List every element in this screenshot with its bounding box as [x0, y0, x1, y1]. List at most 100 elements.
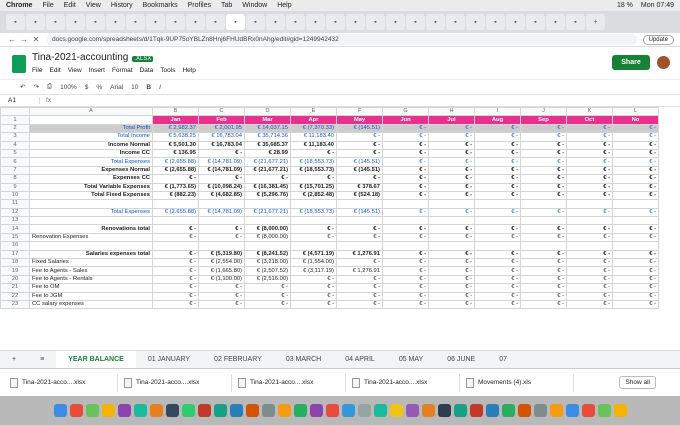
- cell[interactable]: € -: [428, 249, 475, 260]
- cell[interactable]: € -: [382, 140, 429, 150]
- cell[interactable]: € -: [382, 190, 429, 201]
- dock-app-icon[interactable]: [501, 404, 515, 417]
- cell[interactable]: € -: [520, 249, 567, 260]
- menu-view[interactable]: View: [68, 67, 82, 74]
- row-header[interactable]: 20: [0, 274, 30, 285]
- sheet-tab[interactable]: 03 MARCH: [274, 351, 333, 369]
- row-header[interactable]: 8: [0, 174, 30, 184]
- browser-tab[interactable]: ▪: [266, 14, 285, 30]
- cell[interactable]: € -: [428, 148, 475, 159]
- cell[interactable]: € (2,655.88): [152, 207, 199, 218]
- row-header[interactable]: 10: [0, 190, 30, 201]
- cell[interactable]: € -: [520, 140, 567, 150]
- cell[interactable]: € -: [474, 182, 521, 192]
- cell[interactable]: [336, 199, 383, 209]
- back-icon[interactable]: ←: [6, 35, 18, 44]
- row-label[interactable]: Income Normal: [29, 140, 153, 150]
- cell[interactable]: [198, 199, 245, 209]
- cell[interactable]: € (5,319.80): [198, 249, 245, 260]
- cell[interactable]: € -: [566, 190, 613, 201]
- column-header[interactable]: A: [29, 107, 153, 117]
- cell[interactable]: € (10,098.24): [198, 182, 245, 192]
- all-sheets-icon[interactable]: ≡: [28, 351, 56, 369]
- row-header[interactable]: 14: [0, 224, 30, 234]
- month-header[interactable]: Feb: [198, 115, 245, 125]
- cell[interactable]: € -: [152, 283, 199, 293]
- cell[interactable]: € -: [336, 291, 383, 302]
- cell[interactable]: € 1,276.91: [336, 249, 383, 260]
- column-header[interactable]: J: [520, 107, 567, 117]
- cell[interactable]: [244, 216, 291, 226]
- column-header[interactable]: C: [198, 107, 245, 117]
- row-label[interactable]: Total Variable Expenses: [29, 182, 153, 192]
- cell[interactable]: [612, 241, 659, 251]
- cell[interactable]: € -: [198, 148, 245, 159]
- cell[interactable]: € -: [428, 123, 475, 134]
- cell[interactable]: € 2,001.95: [198, 123, 245, 134]
- cell[interactable]: € -: [566, 291, 613, 302]
- cell[interactable]: € (21,677.21): [244, 207, 291, 218]
- sheet-tab[interactable]: 07: [487, 351, 519, 369]
- cell[interactable]: € 11,183.40: [290, 140, 337, 150]
- percent-button[interactable]: %: [96, 84, 102, 91]
- undo-icon[interactable]: ↶: [20, 83, 25, 91]
- dock-app-icon[interactable]: [469, 404, 483, 417]
- cell[interactable]: € -: [566, 157, 613, 167]
- cell[interactable]: € -: [152, 249, 199, 260]
- cell[interactable]: [474, 216, 521, 226]
- menu-view[interactable]: View: [86, 2, 101, 9]
- cell[interactable]: € (7,370.33): [290, 123, 337, 134]
- browser-tab[interactable]: ▪: [106, 14, 125, 30]
- cell[interactable]: € -: [428, 182, 475, 192]
- cell[interactable]: € -: [474, 258, 521, 268]
- cell[interactable]: € -: [382, 157, 429, 167]
- column-header[interactable]: G: [382, 107, 429, 117]
- cell[interactable]: € -: [428, 165, 475, 176]
- cell[interactable]: € -: [428, 224, 475, 234]
- sheet-tab[interactable]: 04 APRIL: [333, 351, 387, 369]
- dock-app-icon[interactable]: [85, 404, 99, 417]
- row-label[interactable]: Fee to Agents - Rentals: [29, 274, 153, 285]
- sheet-tab[interactable]: 01 JANUARY: [136, 351, 202, 369]
- cell[interactable]: € -: [612, 148, 659, 159]
- cell[interactable]: € -: [244, 299, 291, 310]
- column-header[interactable]: F: [336, 107, 383, 117]
- cell[interactable]: [382, 199, 429, 209]
- dock-app-icon[interactable]: [389, 404, 403, 417]
- dock-app-icon[interactable]: [53, 404, 67, 417]
- cell[interactable]: [244, 199, 291, 209]
- row-label[interactable]: Expenses CC: [29, 174, 153, 184]
- cell[interactable]: € -: [428, 291, 475, 302]
- cell[interactable]: € 1,276.91: [336, 266, 383, 276]
- cell[interactable]: € (1,665.80): [198, 266, 245, 276]
- cell[interactable]: € 35,685.37: [244, 140, 291, 150]
- row-label[interactable]: Total Income: [29, 132, 153, 142]
- menu-bookmarks[interactable]: Bookmarks: [143, 2, 178, 9]
- cell[interactable]: € -: [520, 132, 567, 142]
- row-header[interactable]: 16: [0, 241, 30, 251]
- dock-app-icon[interactable]: [197, 404, 211, 417]
- cell[interactable]: € -: [612, 157, 659, 167]
- cell[interactable]: € 2,982.37: [152, 123, 199, 134]
- browser-tab[interactable]: ▪: [346, 14, 365, 30]
- cell[interactable]: € -: [428, 140, 475, 150]
- cell[interactable]: [382, 216, 429, 226]
- cell[interactable]: [244, 241, 291, 251]
- cell[interactable]: € -: [612, 132, 659, 142]
- cell[interactable]: € -: [612, 249, 659, 260]
- cell[interactable]: € -: [474, 299, 521, 310]
- cell[interactable]: € (3,117.19): [290, 266, 337, 276]
- column-header[interactable]: E: [290, 107, 337, 117]
- row-header[interactable]: 6: [0, 157, 30, 167]
- cell[interactable]: € -: [612, 274, 659, 285]
- cell[interactable]: [474, 199, 521, 209]
- cell[interactable]: € -: [244, 174, 291, 184]
- cell[interactable]: € -: [336, 232, 383, 243]
- cell[interactable]: € -: [520, 274, 567, 285]
- dock-app-icon[interactable]: [165, 404, 179, 417]
- row-header[interactable]: 1: [0, 115, 30, 125]
- column-header[interactable]: I: [474, 107, 521, 117]
- month-header[interactable]: Jun: [382, 115, 429, 125]
- row-header[interactable]: 4: [0, 140, 30, 150]
- cell[interactable]: € -: [382, 123, 429, 134]
